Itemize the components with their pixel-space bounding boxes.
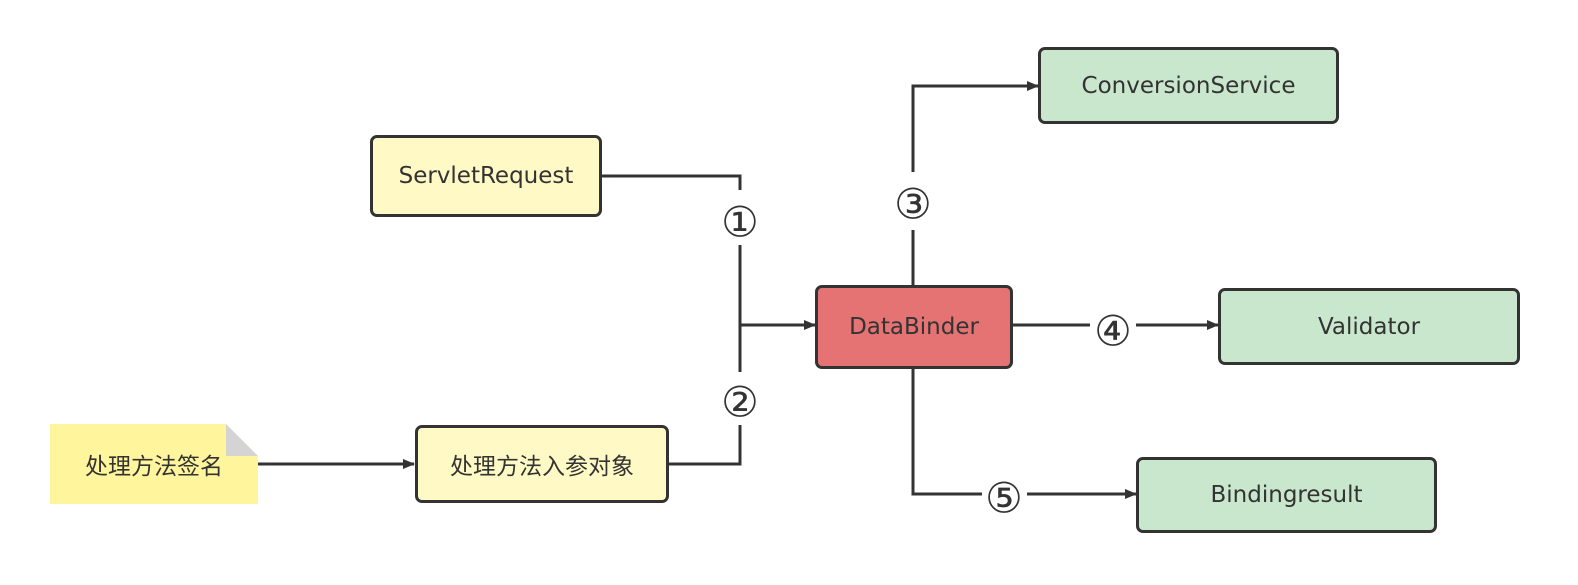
connector-step5-left — [911, 368, 982, 496]
servlet-request-label: ServletRequest — [398, 163, 574, 189]
conversion-service-label: ConversionService — [1081, 72, 1296, 99]
step-label-2: ② — [721, 378, 759, 427]
step-label-4: ④ — [1094, 307, 1132, 356]
validator-node: Validator — [1218, 288, 1520, 365]
step-label-3: ③ — [894, 180, 932, 229]
conversion-service-node: ConversionService — [1038, 47, 1339, 124]
connector-servletrequest — [600, 174, 742, 190]
data-binding-diagram: ① ② ③ ④ ⑤ ServletRequest 处理方法签名 处理方法入参对象… — [0, 0, 1578, 585]
method-args-label: 处理方法入参对象 — [450, 454, 634, 480]
arrow-to-conversionservice — [911, 81, 1039, 172]
binding-result-label: Bindingresult — [1210, 482, 1363, 508]
method-args-node: 处理方法入参对象 — [415, 425, 669, 503]
servlet-request-node: ServletRequest — [370, 135, 602, 217]
method-signature-label: 处理方法签名 — [85, 454, 223, 480]
step-label-5: ⑤ — [985, 474, 1023, 523]
connector-method-args — [668, 425, 742, 466]
step-label-1: ① — [721, 198, 759, 247]
validator-label: Validator — [1317, 313, 1421, 340]
data-binder-label: DataBinder — [849, 314, 979, 340]
binding-result-node: Bindingresult — [1136, 457, 1437, 533]
data-binder-node: DataBinder — [815, 285, 1013, 369]
